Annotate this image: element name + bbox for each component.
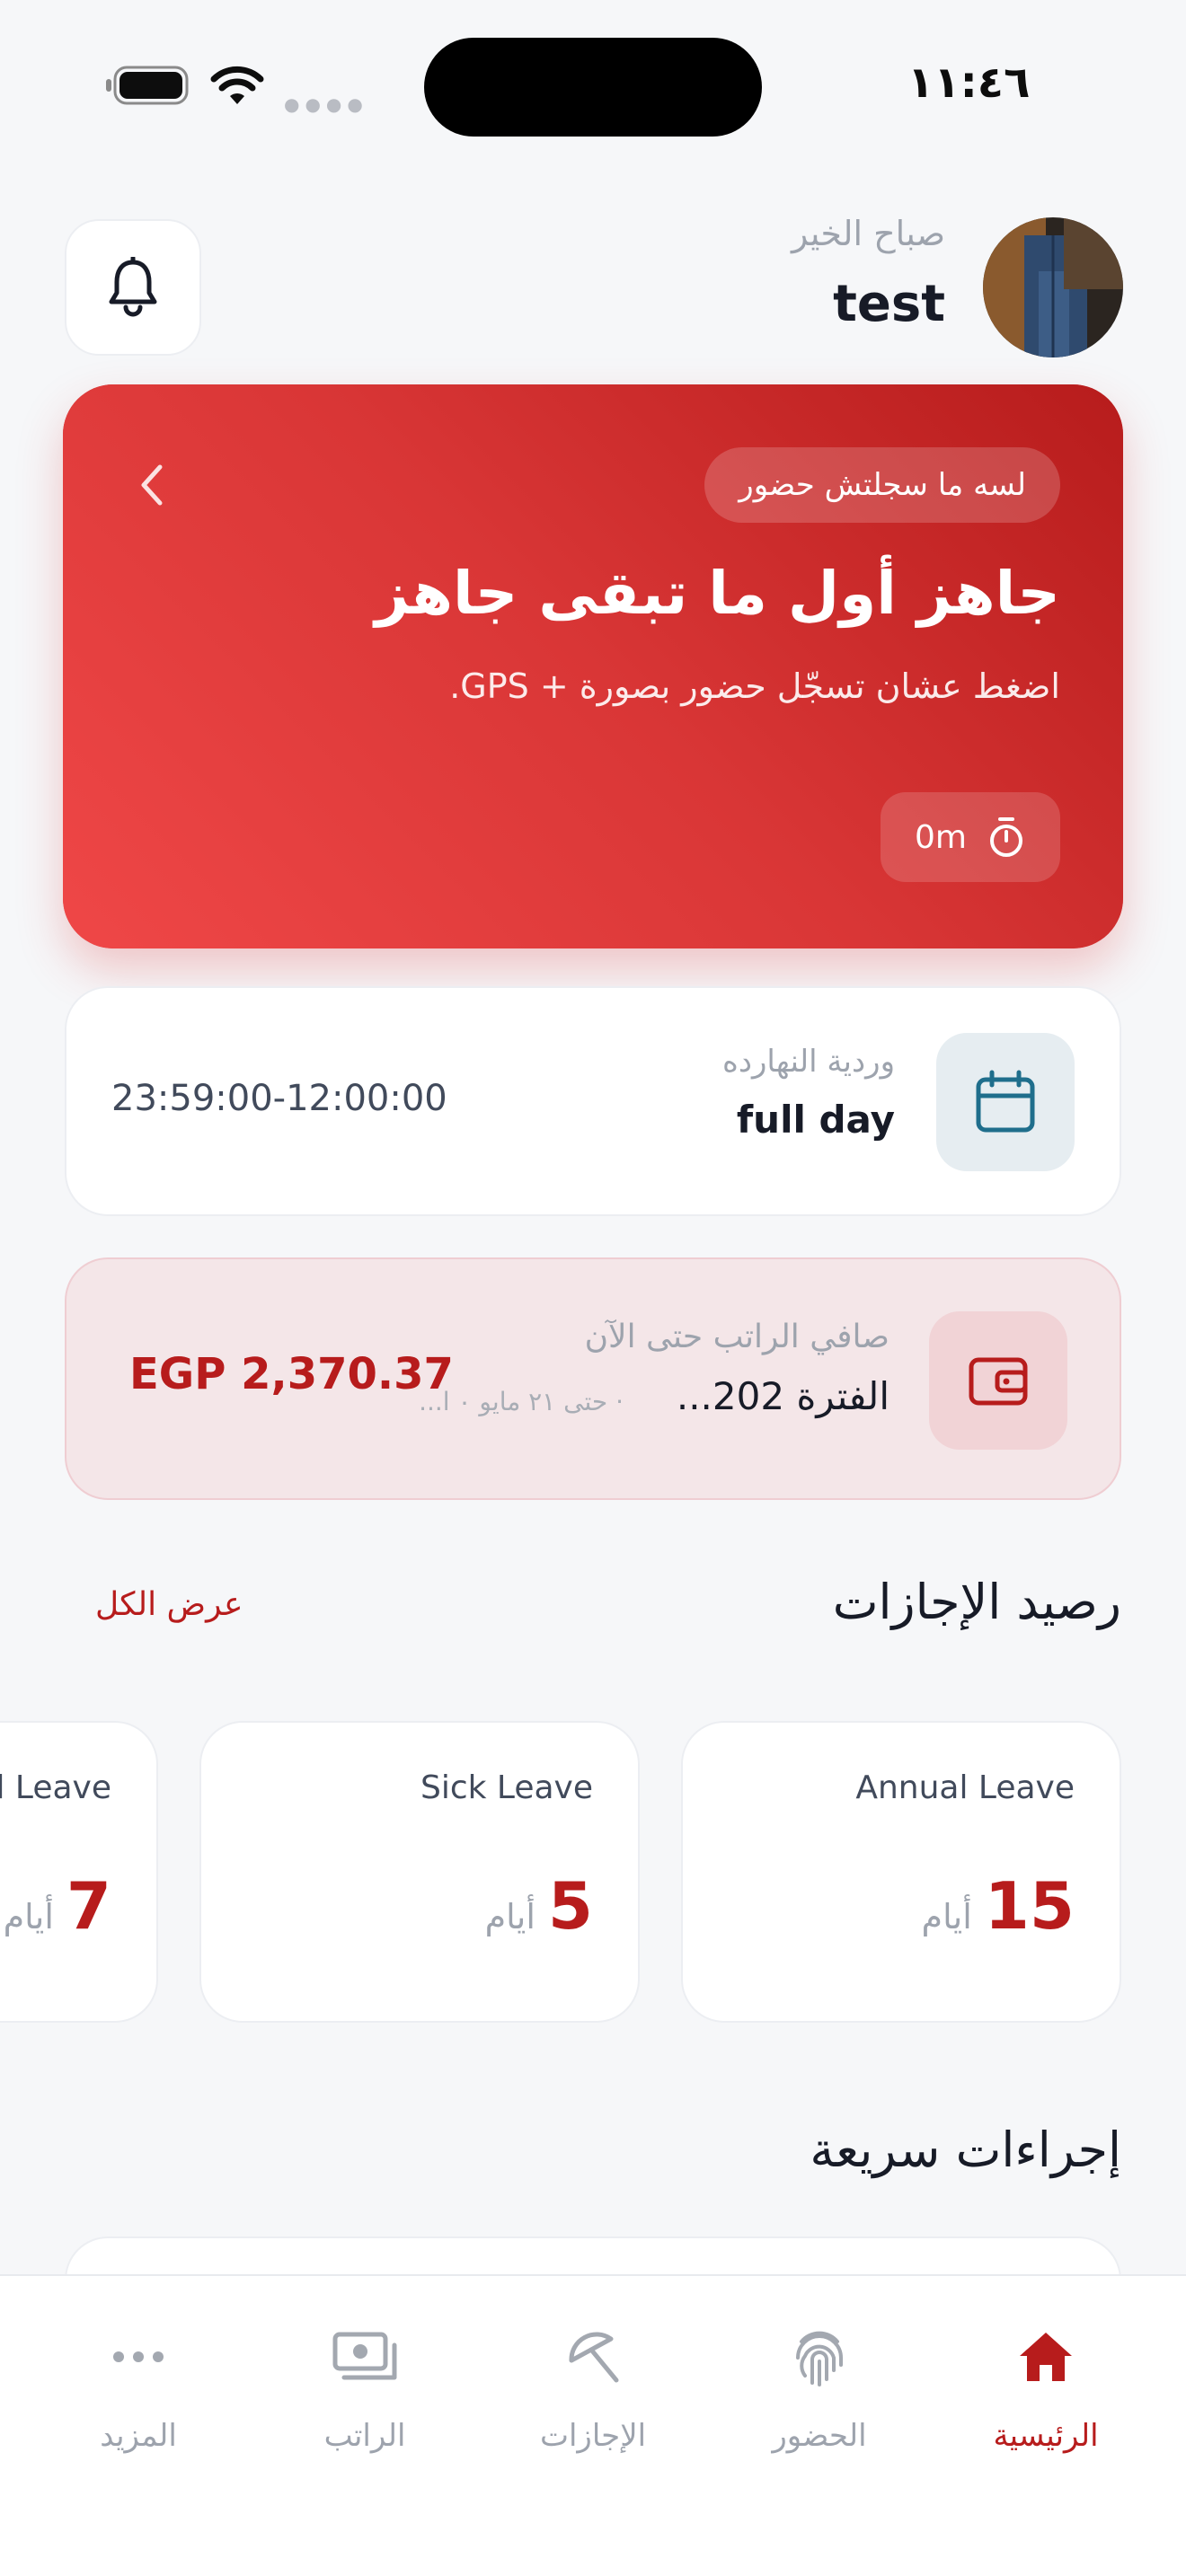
nav-label: المزيد [100,2418,177,2454]
notifications-button[interactable] [65,219,201,356]
timer-value: 0m [915,818,967,856]
shift-label: وردية النهارده [722,1044,895,1080]
check-in-subtitle: اضغط عشان تسجّل حضور بصورة + GPS. [449,666,1060,706]
leave-balance-value: 5 [547,1868,593,1944]
bell-icon [109,257,157,317]
leave-type-name: Sick Leave [420,1769,593,1806]
dynamic-island [424,38,762,137]
greeting-text: صباح الخير [791,214,945,253]
salary-period: الفترة 202... [676,1374,890,1418]
nav-attendance[interactable]: الحضور [730,2321,909,2483]
shift-name: full day [736,1098,895,1142]
nav-salary[interactable]: الراتب [275,2321,455,2483]
salary-card[interactable]: صافي الراتب حتى الآن الفترة 202... · حتى… [65,1257,1121,1500]
check-in-card[interactable]: لسه ما سجلتش حضور جاهز أول ما تبقى جاهز … [63,384,1123,948]
wifi-icon [210,66,264,104]
salary-label: صافي الراتب حتى الآن [584,1319,890,1355]
status-bar: ●●●● ١١:٤٦ [0,0,1186,171]
attendance-status-badge: لسه ما سجلتش حضور [704,447,1060,523]
nav-leaves[interactable]: الإجازات [503,2321,683,2483]
leave-card-other[interactable]: l Leave أيام 7 [0,1721,158,2023]
leave-card-sick[interactable]: Sick Leave أيام 5 [199,1721,640,2023]
nav-label: الراتب [323,2418,406,2454]
leave-card-annual[interactable]: Annual Leave أيام 15 [681,1721,1121,2023]
nav-label: الحضور [772,2418,867,2454]
nav-label: الرئيسية [993,2418,1099,2454]
cellular-signal-icon: ●●●● [284,93,368,115]
avatar[interactable] [983,217,1123,357]
salary-icon-container [929,1311,1067,1450]
leave-unit: أيام [484,1897,535,1936]
work-timer: 0m [881,792,1060,882]
leave-balance-title: رصيد الإجازات [832,1574,1121,1630]
nav-home[interactable]: الرئيسية [956,2321,1136,2483]
more-icon [102,2321,174,2393]
wallet-icon [969,1357,1028,1406]
salary-amount: EGP 2,370.37 [129,1349,454,1399]
status-time: ١١:٤٦ [907,57,1031,108]
leave-type-name: Annual Leave [855,1769,1075,1806]
stopwatch-icon [989,817,1022,857]
umbrella-icon [557,2321,629,2393]
view-all-link[interactable]: عرض الكل [95,1586,243,1623]
nav-label: الإجازات [539,2418,647,2454]
quick-actions-title: إجراءات سريعة [810,2122,1121,2178]
user-name: test [833,275,945,333]
fingerprint-icon [783,2321,855,2393]
calendar-icon [976,1070,1035,1133]
shift-hours: 23:59:00-12:00:00 [111,1078,447,1119]
nav-more[interactable]: المزيد [49,2321,228,2483]
leave-balance-value: 15 [984,1868,1075,1944]
leave-type-name: l Leave [0,1769,111,1806]
battery-icon [106,66,189,105]
leave-unit: أيام [3,1897,54,1936]
shift-card[interactable]: وردية النهارده full day 23:59:00-12:00:0… [65,986,1121,1216]
shift-icon-container [936,1033,1075,1171]
chevron-left-icon[interactable] [133,460,169,510]
leave-balance-value: 7 [66,1868,111,1944]
home-screen: ●●●● ١١:٤٦ صباح الخير test لسه ما سجلتش … [0,0,1186,2576]
home-icon [1010,2321,1082,2393]
check-in-title: جاهز أول ما تبقى جاهز [375,559,1060,628]
money-icon [329,2321,401,2393]
bottom-navigation: الرئيسية الحضور الإجازات الراتب المزيد [0,2274,1186,2576]
leave-unit: أيام [921,1897,972,1936]
